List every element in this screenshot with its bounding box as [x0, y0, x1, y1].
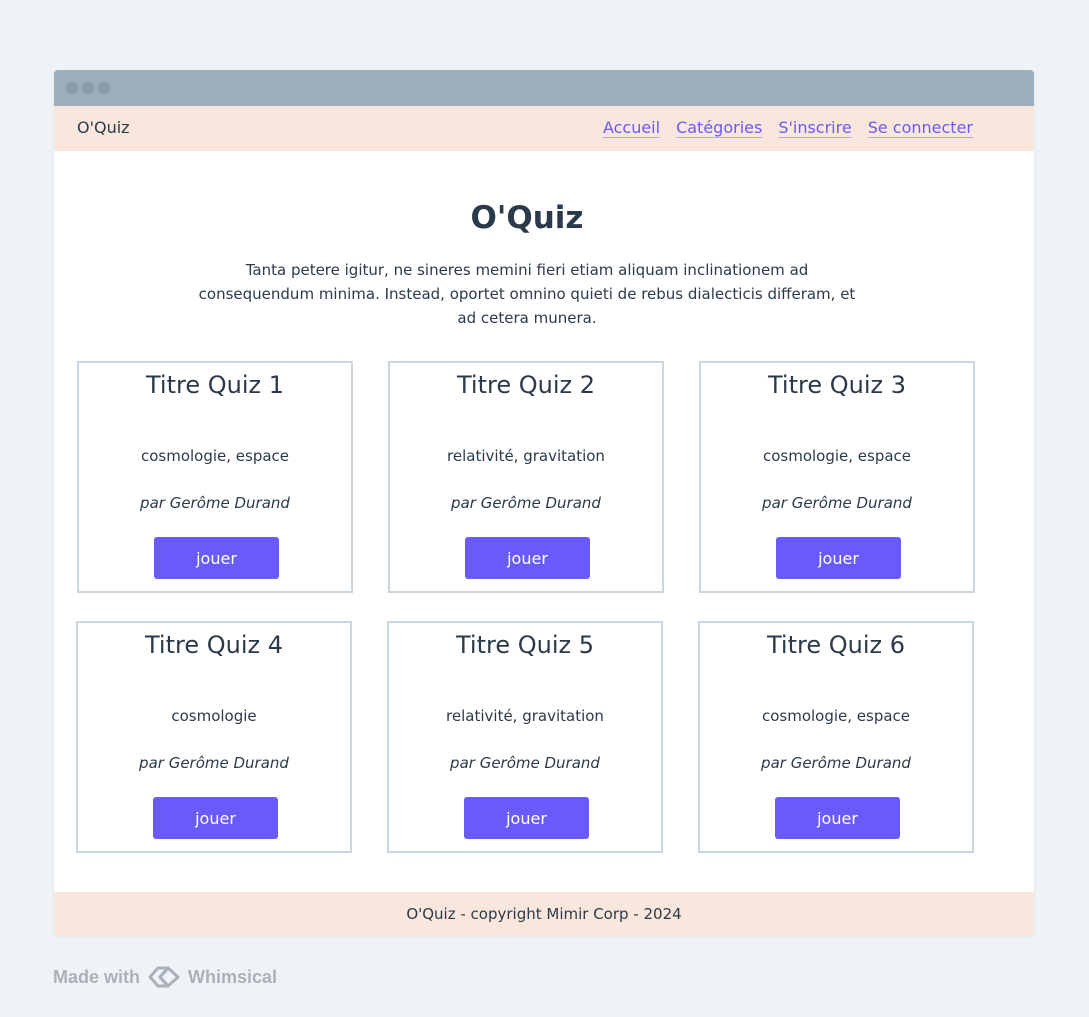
quiz-title: Titre Quiz 6 [767, 631, 905, 659]
play-button[interactable]: jouer [464, 797, 589, 839]
brand-logo[interactable]: O'Quiz [77, 118, 130, 137]
quiz-title: Titre Quiz 1 [146, 371, 284, 399]
whimsical-brand: Whimsical [188, 966, 278, 987]
play-button[interactable]: jouer [776, 537, 901, 579]
window-control-dot[interactable] [82, 82, 94, 94]
whimsical-watermark[interactable]: Made with Whimsical [53, 963, 277, 991]
quiz-card: Titre Quiz 1 cosmologie, espace par Gerô… [77, 361, 353, 593]
quiz-title: Titre Quiz 3 [768, 371, 906, 399]
quiz-author: par Gerôme Durand [762, 494, 912, 512]
quiz-tags: relativité, gravitation [446, 707, 604, 725]
play-button[interactable]: jouer [775, 797, 900, 839]
browser-window: O'Quiz Accueil Catégories S'inscrire Se … [54, 70, 1034, 936]
play-button[interactable]: jouer [154, 537, 279, 579]
quiz-author: par Gerôme Durand [451, 494, 601, 512]
quiz-tags: cosmologie, espace [140, 447, 290, 465]
nav-link-inscrire[interactable]: S'inscrire [778, 118, 851, 137]
quiz-card: Titre Quiz 2 relativité, gravitation par… [388, 361, 664, 593]
page-intro: Tanta petere igitur, ne sineres memini f… [198, 261, 856, 327]
quiz-tags: relativité, gravitation [447, 447, 605, 465]
window-control-dot[interactable] [98, 82, 110, 94]
footer-copyright: O'Quiz - copyright Mimir Corp - 2024 [406, 905, 682, 923]
quiz-card: Titre Quiz 6 cosmologie, espace par Gerô… [698, 621, 974, 853]
nav-link-categories[interactable]: Catégories [676, 118, 762, 137]
quiz-card: Titre Quiz 5 relativité, gravitation par… [387, 621, 663, 853]
quiz-tags: cosmologie [171, 707, 257, 725]
whimsical-logo-icon [148, 966, 180, 988]
made-with-label: Made with [53, 966, 141, 987]
play-button[interactable]: jouer [153, 797, 278, 839]
play-button[interactable]: jouer [465, 537, 590, 579]
nav-link-accueil[interactable]: Accueil [603, 118, 660, 137]
quiz-author: par Gerôme Durand [761, 754, 911, 772]
window-control-dot[interactable] [66, 82, 78, 94]
nav-links: Accueil Catégories S'inscrire Se connect… [603, 118, 973, 137]
footer: O'Quiz - copyright Mimir Corp - 2024 [54, 892, 1034, 936]
page-title: O'Quiz [470, 200, 584, 236]
quiz-title: Titre Quiz 2 [457, 371, 595, 399]
quiz-author: par Gerôme Durand [450, 754, 600, 772]
quiz-tags: cosmologie, espace [761, 707, 911, 725]
quiz-author: par Gerôme Durand [140, 494, 290, 512]
navbar: O'Quiz Accueil Catégories S'inscrire Se … [54, 106, 1034, 151]
nav-link-connecter[interactable]: Se connecter [868, 118, 973, 137]
quiz-card: Titre Quiz 4 cosmologie par Gerôme Duran… [76, 621, 352, 853]
quiz-author: par Gerôme Durand [139, 754, 289, 772]
quiz-card: Titre Quiz 3 cosmologie, espace par Gerô… [699, 361, 975, 593]
quiz-title: Titre Quiz 5 [456, 631, 594, 659]
quiz-title: Titre Quiz 4 [145, 631, 283, 659]
window-titlebar [54, 70, 1034, 106]
quiz-tags: cosmologie, espace [762, 447, 912, 465]
